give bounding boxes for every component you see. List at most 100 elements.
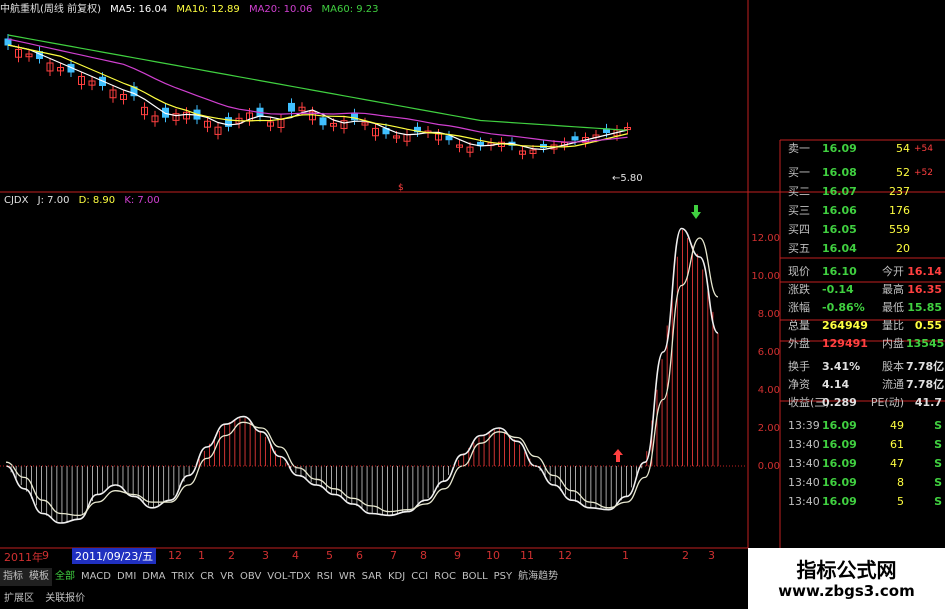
indicator-tab[interactable]: DMI [114,568,139,586]
watermark-title: 指标公式网 [796,558,897,582]
order-volume: 52 [896,166,910,179]
quote-value: 16.35 [907,283,942,296]
quote-label: 量比 [882,319,904,332]
watermark-url: www.zbgs3.com [778,582,915,600]
quote-label: 内盘 [882,337,904,350]
quote-value: 16.10 [822,265,857,278]
order-change: +52 [914,168,933,178]
quote-value: 129491 [822,337,868,350]
tick-row: 13:40 16.09 8 S [784,474,945,492]
quote-value: 3.41% [822,360,861,373]
indicator-tab[interactable]: DMA [139,568,168,586]
tab-related-quote[interactable]: 关联报价 [41,588,89,609]
candle-body [571,136,579,141]
indicator-tab[interactable]: 指标 [0,568,26,586]
y-tick: 2.00 [757,423,780,434]
indicator-tab[interactable]: ROC [431,568,459,586]
quote-row: 换手 3.41% 股本 7.78亿 [784,358,945,376]
order-price: 16.08 [822,166,857,179]
tick-side: S [934,476,942,489]
tick-row: 13:40 16.09 5 S [784,493,945,511]
order-row[interactable]: 买五 16.04 20 [784,240,945,258]
tick-side: S [934,457,942,470]
date-tick: 6 [356,549,363,562]
indicator-d: D: 8.90 [78,195,116,206]
watermark: 指标公式网 www.zbgs3.com [748,548,945,609]
quote-row: 总量 264949 量比 0.55 [784,317,945,335]
order-label: 买三 [788,204,810,217]
ma20-label: MA20: 10.06 [248,4,313,15]
indicator-tab[interactable]: OBV [237,568,264,586]
date-tick: 1 [622,549,629,562]
indicator-tab[interactable]: SAR [359,568,385,586]
indicator-tab[interactable]: KDJ [385,568,408,586]
quote-panel: 卖一 16.09 54 +54 买一 16.08 52 +52 买二 16.07… [784,140,945,550]
y-tick: 0.00 [757,461,780,472]
quote-label: 总量 [788,319,810,332]
buy-arrow-icon [613,449,623,462]
indicator-tab[interactable]: TRIX [168,568,197,586]
indicator-tab[interactable]: BOLL [459,568,491,586]
quote-value: 135458 [906,337,945,350]
indicator-tab[interactable]: 模板 [26,568,52,586]
indicator-tab[interactable]: PSY [491,568,516,586]
tick-volume: 8 [897,476,904,489]
indicator-tab[interactable]: WR [336,568,359,586]
tick-time: 13:40 [788,495,820,508]
indicator-tab[interactable]: 航海趋势 [515,568,561,586]
indicator-j: J: 7.00 [37,195,70,206]
order-volume: 20 [896,242,910,255]
quote-row: 外盘 129491 内盘 135458 [784,335,945,353]
tick-side: S [934,438,942,451]
tick-volume: 49 [890,419,904,432]
order-row[interactable]: 买一 16.08 52 +52 [784,164,945,182]
quote-value: 4.14 [822,378,850,391]
date-tick: 3 [708,549,715,562]
quote-label: 最低 [882,301,904,314]
indicator-tab[interactable]: MACD [78,568,114,586]
order-volume: 176 [889,204,910,217]
quote-value: 41.7 [914,396,942,409]
tick-price: 16.09 [822,438,857,451]
indicator-tabs: 指标 模板 全部 MACD DMI DMA TRIX CR VR OBV VOL-TDX RSI WR S… [0,568,760,586]
quote-value: 15.85 [907,301,942,314]
quote-label: 涨幅 [788,301,810,314]
quote-value: 16.14 [907,265,942,278]
ma10-label: MA10: 12.89 [176,4,240,15]
indicator-tab[interactable]: VR [217,568,237,586]
order-row[interactable]: 买二 16.07 237 [784,183,945,201]
candle-body [288,102,295,112]
date-tick: 2 [228,549,235,562]
quote-label: 涨跌 [788,283,810,296]
quote-row: 现价 16.10 今开 16.14 [784,263,945,281]
signal-marker: $ [398,183,404,193]
indicator-tab[interactable]: 全部 [52,568,78,586]
indicator-tab[interactable]: CCI [408,568,431,586]
order-row[interactable]: 买四 16.05 559 [784,221,945,239]
order-label: 买一 [788,166,810,179]
date-tick: 4 [292,549,299,562]
tick-volume: 47 [890,457,904,470]
order-row[interactable]: 买三 16.06 176 [784,202,945,220]
indicator-tab[interactable]: RSI [314,568,336,586]
quote-label: 股本 [882,360,904,373]
indicator-name: CJDX [4,195,29,206]
order-label: 买四 [788,223,810,236]
tab-extension[interactable]: 扩展区 [0,588,38,609]
date-tick: 2011/09/23/五 [72,548,157,564]
date-tick: 2 [682,549,689,562]
tick-time: 13:40 [788,476,820,489]
tick-volume: 5 [897,495,904,508]
indicator-tab[interactable]: VOL-TDX [264,568,313,586]
order-label: 卖一 [788,142,810,155]
order-price: 16.09 [822,142,857,155]
y-tick: 6.00 [757,347,780,358]
y-tick: 10.00 [751,271,780,282]
order-row[interactable]: 卖一 16.09 54 +54 [784,140,945,158]
order-volume: 54 [896,142,910,155]
quote-label: 现价 [788,265,810,278]
tick-price: 16.09 [822,495,857,508]
quote-label: 外盘 [788,337,810,350]
indicator-tab[interactable]: CR [197,568,217,586]
order-volume: 559 [889,223,910,236]
